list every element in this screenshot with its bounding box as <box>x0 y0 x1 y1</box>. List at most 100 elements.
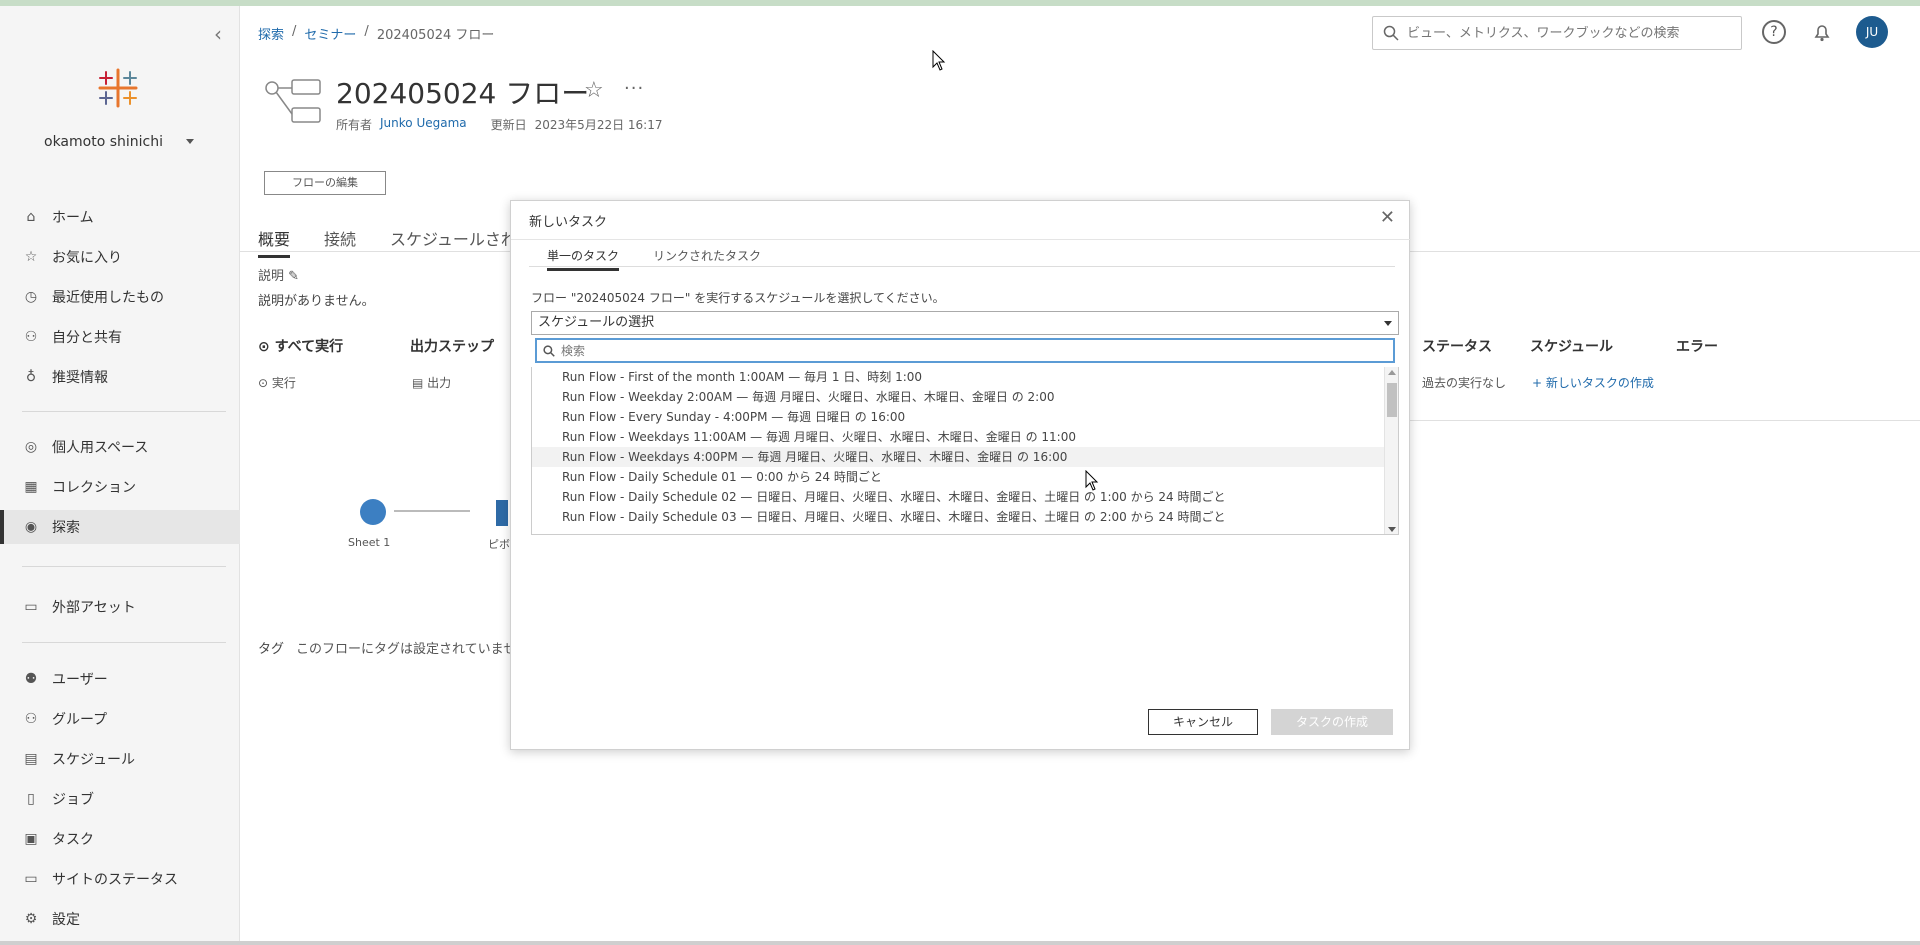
create-new-task-link[interactable]: + 新しいタスクの作成 <box>1532 374 1654 391</box>
person-icon: ◎ <box>24 439 38 455</box>
create-task-button[interactable]: タスクの作成 <box>1271 709 1393 735</box>
sidebar-item-users[interactable]: ⚉ ユーザー <box>0 662 240 696</box>
chevron-down-icon[interactable] <box>186 139 194 144</box>
flow-metadata: 所有者 Junko Uegama 更新日 2023年5月22日 16:17 <box>336 116 663 133</box>
bell-icon[interactable] <box>1810 20 1834 44</box>
sidebar-item-groups[interactable]: ⚇ グループ <box>0 702 240 736</box>
schedule-select[interactable]: スケジュールの選択 <box>531 311 1399 335</box>
flow-connector <box>394 510 470 512</box>
schedule-option[interactable]: Run Flow - First of the month 1:00AM — 毎… <box>532 367 1398 387</box>
dialog-title: 新しいタスク <box>529 215 608 230</box>
sidebar-item-external-assets[interactable]: ▭ 外部アセット <box>0 590 240 624</box>
sidebar-item-site-status[interactable]: ▭ サイトのステータス <box>0 862 240 896</box>
jobs-icon: ▯ <box>27 791 35 807</box>
users-icon: ⚉ <box>24 671 38 687</box>
explore-icon: ◉ <box>24 519 38 535</box>
search-icon <box>543 344 555 357</box>
sidebar-item-tasks[interactable]: ▣ タスク <box>0 822 240 856</box>
status-cell: 過去の実行なし <box>1422 376 1507 390</box>
owner-link[interactable]: Junko Uegama <box>380 116 467 133</box>
mouse-cursor-icon <box>1085 470 1099 491</box>
updated-date: 2023年5月22日 16:17 <box>534 118 663 132</box>
sidebar-item-favorites[interactable]: ☆ お気に入り <box>0 240 240 274</box>
breadcrumb-seminar[interactable]: セミナー <box>304 24 356 43</box>
sidebar-item-explore[interactable]: ◉ 探索 <box>0 510 240 544</box>
site-status-icon: ▭ <box>24 871 38 887</box>
run-button[interactable]: ⊙ 実行 <box>258 374 296 391</box>
schedule-option[interactable]: Run Flow - Daily Schedule 01 — 0:00 から 2… <box>532 467 1398 487</box>
tags-text: このフローにタグは設定されていません <box>296 642 530 657</box>
sidebar-item-schedules[interactable]: ▤ スケジュール <box>0 742 240 776</box>
play-icon: ⊙ <box>258 376 269 390</box>
dialog-tabs-divider <box>529 266 1395 267</box>
sidebar-item-home[interactable]: ⌂ ホーム <box>0 200 240 234</box>
collection-icon: ▦ <box>24 479 38 495</box>
scroll-down-icon[interactable] <box>1388 527 1396 532</box>
table-divider <box>1400 420 1920 421</box>
tab-overview[interactable]: 概要 <box>258 226 291 258</box>
new-task-dialog: 新しいタスク ✕ 単一のタスク リンクされたタスク フロー "202405024… <box>510 200 1411 750</box>
help-icon[interactable]: ? <box>1762 20 1786 44</box>
shared-icon: ⚇ <box>24 329 38 345</box>
bottom-bar <box>0 941 1920 945</box>
pivot-node-label: ピボ <box>488 538 510 551</box>
sidebar-item-collections[interactable]: ▦ コレクション <box>0 470 240 504</box>
close-icon[interactable]: ✕ <box>1380 207 1395 228</box>
schedule-option[interactable]: Run Flow - Weekdays 11:00AM — 毎週 月曜日、火曜日… <box>532 427 1398 447</box>
run-all-header[interactable]: ⊙ すべて実行 <box>258 336 343 356</box>
description-label: 説明 ✎ <box>258 269 300 284</box>
tasks-icon: ▣ <box>24 831 38 847</box>
groups-icon: ⚇ <box>24 711 38 727</box>
avatar[interactable]: JU <box>1856 16 1888 48</box>
schedule-option[interactable]: Run Flow - Weekdays 4:00PM — 毎週 月曜日、火曜日、… <box>532 447 1398 467</box>
play-icon: ⊙ <box>258 339 270 355</box>
tab-connections[interactable]: 接続 <box>324 226 356 250</box>
schedule-option[interactable]: Run Flow - Weekday 2:00AM — 毎週 月曜日、火曜日、水… <box>532 387 1398 407</box>
tab-scheduled[interactable]: スケジュールされ <box>390 226 517 250</box>
pivot-node-icon[interactable] <box>496 500 508 526</box>
scroll-up-icon[interactable] <box>1388 370 1396 375</box>
breadcrumb-current: 202405024 フロー <box>376 28 495 43</box>
input-node-label: Sheet 1 <box>348 536 391 549</box>
breadcrumb: 探索 / セミナー / 202405024 フロー <box>258 24 494 43</box>
schedule-search-input[interactable]: 検索 <box>535 338 1395 363</box>
sidebar-item-recents[interactable]: ◷ 最近使用したもの <box>0 280 240 314</box>
more-actions-icon[interactable]: ··· <box>624 78 644 99</box>
sidebar-divider <box>22 566 226 567</box>
favorite-star-icon[interactable]: ☆ <box>584 78 604 103</box>
cancel-button[interactable]: キャンセル <box>1148 709 1258 735</box>
output-icon: ▤ <box>412 376 424 390</box>
tags-label: タグ <box>258 642 285 657</box>
gear-icon: ⚙ <box>24 911 38 927</box>
output-step-cell: ▤ 出力 <box>412 376 452 390</box>
search-icon <box>1383 25 1399 41</box>
sidebar-item-personal-space[interactable]: ◎ 個人用スペース <box>0 430 240 464</box>
global-search[interactable] <box>1372 16 1742 50</box>
clock-icon: ◷ <box>24 289 38 305</box>
edit-flow-button[interactable]: フローの編集 <box>264 171 386 195</box>
home-icon: ⌂ <box>26 209 36 225</box>
tab-single-task[interactable]: 単一のタスク <box>547 247 620 271</box>
flow-icon <box>265 79 321 123</box>
tableau-logo <box>98 68 138 108</box>
sidebar-divider <box>22 642 226 643</box>
user-menu[interactable]: okamoto shinichi <box>44 134 204 150</box>
schedule-option[interactable]: Run Flow - Daily Schedule 02 — 日曜日、月曜日、火… <box>532 487 1398 507</box>
collapse-sidebar-icon[interactable]: ‹ <box>214 22 222 46</box>
sidebar-item-settings[interactable]: ⚙ 設定 <box>0 902 240 936</box>
sidebar-item-jobs[interactable]: ▯ ジョブ <box>0 782 240 816</box>
sidebar-item-shared[interactable]: ⚇ 自分と共有 <box>0 320 240 354</box>
search-input[interactable] <box>1407 25 1727 41</box>
list-scrollbar[interactable] <box>1384 367 1398 534</box>
schedule-header: スケジュール <box>1530 339 1614 355</box>
input-node-icon[interactable] <box>360 499 386 525</box>
scrollbar-thumb[interactable] <box>1387 383 1397 417</box>
schedule-option[interactable]: Run Flow - Every Sunday - 4:00PM — 毎週 日曜… <box>532 407 1398 427</box>
sidebar-item-recommendations[interactable]: ♁ 推奨情報 <box>0 360 240 394</box>
breadcrumb-explore[interactable]: 探索 <box>258 24 284 43</box>
tab-linked-tasks[interactable]: リンクされたタスク <box>653 247 761 264</box>
dialog-divider <box>511 239 1411 240</box>
breadcrumb-separator: / <box>364 24 369 39</box>
schedule-option[interactable]: Run Flow - Daily Schedule 03 — 日曜日、月曜日、火… <box>532 507 1398 527</box>
pencil-icon[interactable]: ✎ <box>288 269 299 284</box>
